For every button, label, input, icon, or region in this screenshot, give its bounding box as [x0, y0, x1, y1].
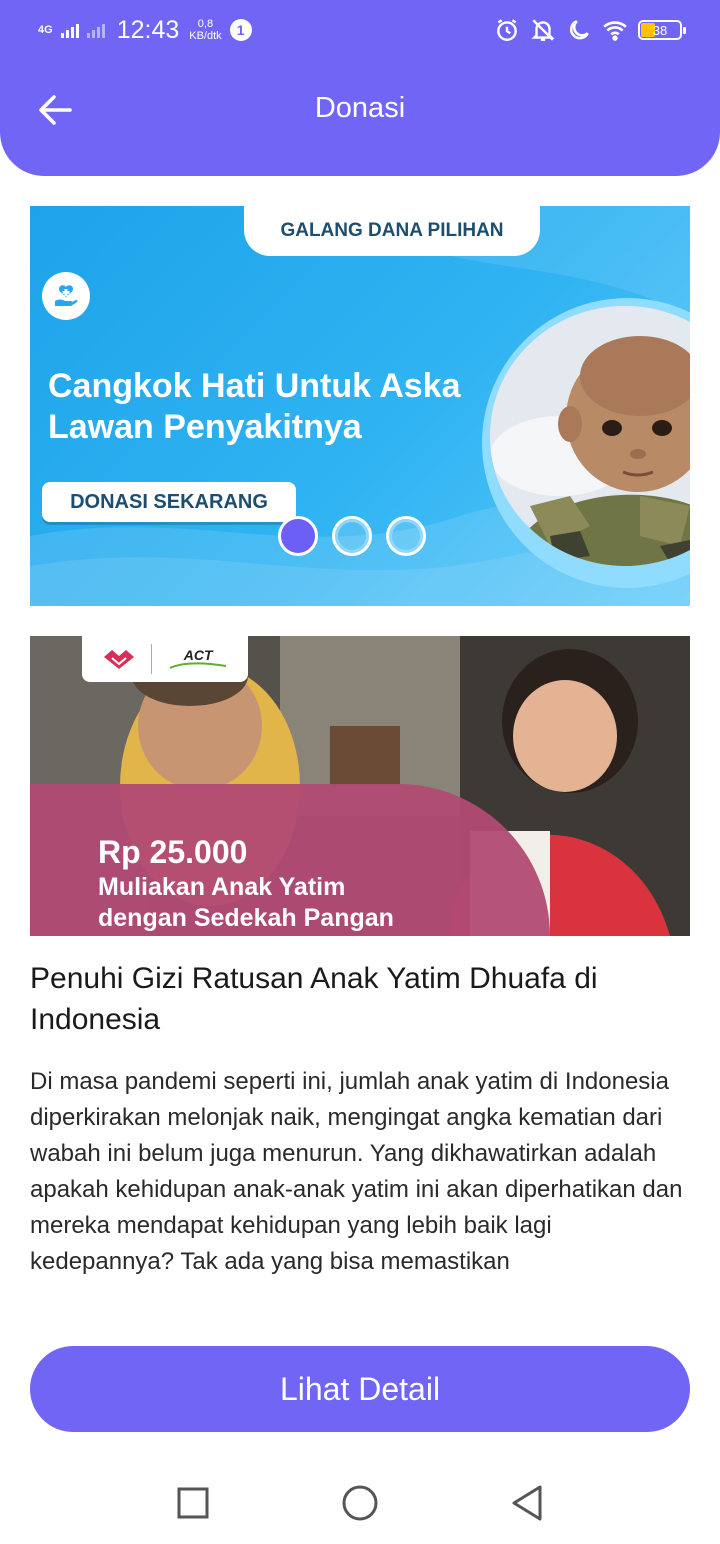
square-icon[interactable]	[163, 1473, 223, 1533]
carousel-dot-3[interactable]	[386, 516, 426, 556]
signal-secondary-icon	[86, 22, 105, 38]
act-logo: ACT	[168, 648, 228, 670]
caption-line-1: Muliakan Anak Yatim	[98, 873, 346, 901]
status-left: 4G 12:43 0,8 KB/dtk 1	[38, 16, 252, 45]
caption-line-2: dengan Sedekah Pangan	[98, 904, 394, 932]
featured-banner[interactable]: GALANG DANA PILIHAN Cangkok Hati Untuk A…	[30, 206, 690, 606]
signal-icon	[60, 22, 79, 38]
status-bar: 4G 12:43 0,8 KB/dtk 1 38	[38, 10, 686, 50]
status-right: 38	[494, 17, 686, 43]
campaign-description: Di masa pandemi seperti ini, jumlah anak…	[30, 1068, 683, 1275]
act-swoosh-icon	[169, 662, 227, 669]
page-title: Donasi	[314, 92, 406, 124]
carousel-dot-1[interactable]	[278, 516, 318, 556]
campaign-image[interactable]: ACT Rp 25.000 Muliakan Anak Yatim dengan…	[30, 636, 690, 936]
triangle-back-icon[interactable]	[497, 1473, 557, 1533]
wifi-icon	[603, 21, 627, 41]
donate-now-button[interactable]: DONASI SEKARANG	[42, 482, 296, 522]
app-header: 4G 12:43 0,8 KB/dtk 1 38 Donasi	[0, 0, 720, 176]
battery-level: 38	[652, 22, 668, 38]
moon-icon	[569, 20, 589, 40]
campaign-title: Penuhi Gizi Ratusan Anak Yatim Dhuafa di…	[30, 962, 598, 1036]
bell-off-icon	[531, 19, 555, 41]
network-type: 4G	[38, 24, 53, 36]
partner-logos: ACT	[82, 636, 248, 682]
alarm-icon	[497, 19, 517, 41]
handshake-logo-icon	[103, 650, 134, 669]
carousel-indicators	[278, 516, 426, 556]
care-hand-heart-icon	[42, 272, 90, 320]
act-logo-text: ACT	[183, 647, 213, 663]
banner-tab: GALANG DANA PILIHAN	[244, 206, 540, 256]
view-detail-button[interactable]: Lihat Detail	[30, 1346, 690, 1432]
circle-icon[interactable]	[330, 1473, 390, 1533]
campaign-price: Rp 25.000	[98, 834, 248, 870]
notification-badge: 1	[229, 19, 252, 41]
logo-separator	[151, 644, 153, 674]
banner-heading: Cangkok Hati Untuk Aska Lawan Penyakitny…	[48, 367, 461, 446]
speed-value: 0,8	[197, 18, 214, 30]
speed-unit: KB/dtk	[189, 30, 222, 42]
carousel-dot-2[interactable]	[332, 516, 372, 556]
status-time: 12:43	[116, 15, 180, 44]
network-speed: 0,8 KB/dtk	[189, 18, 221, 42]
campaign-caption: Muliakan Anak Yatim dengan Sedekah Panga…	[98, 872, 394, 934]
battery-icon: 38	[638, 20, 686, 40]
system-nav-bar	[0, 1462, 720, 1544]
